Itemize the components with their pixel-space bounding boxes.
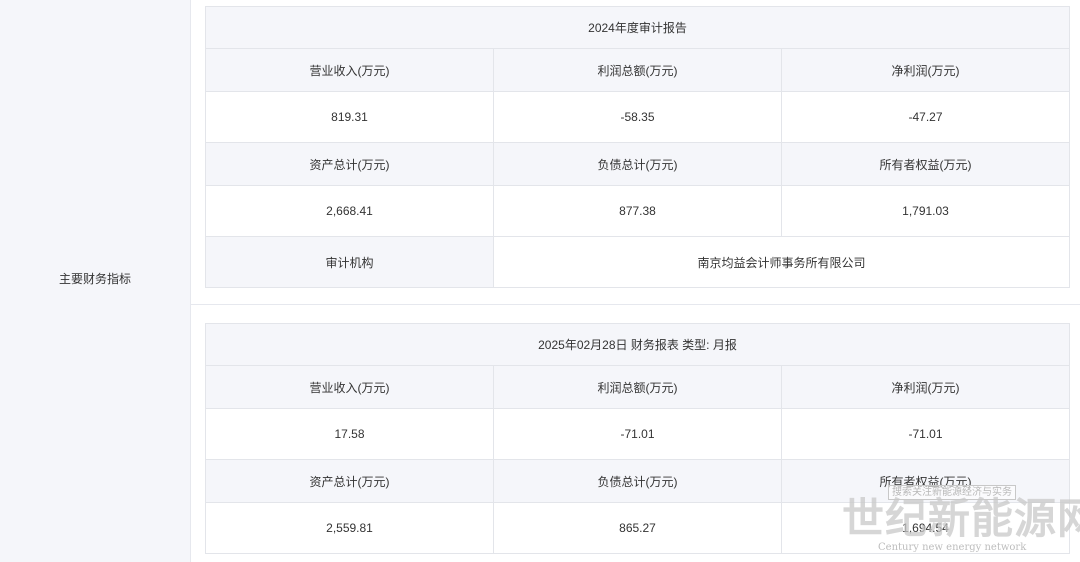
net-profit-value: -47.27	[781, 91, 1070, 143]
total-assets-header: 资产总计(万元)	[205, 459, 494, 503]
audit-institution-label: 审计机构	[205, 236, 494, 288]
main-financial-indicators-label: 主要财务指标	[58, 272, 131, 286]
monthly-report-title: 2025年02月28日 财务报表 类型: 月报	[205, 323, 1070, 366]
total-profit-value: -58.35	[493, 91, 782, 143]
annual-report-title: 2024年度审计报告	[205, 6, 1070, 49]
revenue-value: 819.31	[205, 91, 494, 143]
total-profit-header: 利润总额(万元)	[493, 48, 782, 92]
monthly-report-table: 2025年02月28日 财务报表 类型: 月报 营业收入(万元) 利润总额(万元…	[205, 323, 1070, 554]
total-profit-header: 利润总额(万元)	[493, 365, 782, 409]
net-profit-value: -71.01	[781, 408, 1070, 460]
financial-indicators-page: 主要财务指标 2024年度审计报告 营业收入(万元) 利润总额(万元) 净利润(…	[0, 0, 1080, 562]
total-liabilities-header: 负债总计(万元)	[493, 459, 782, 503]
owners-equity-value: 1,791.03	[781, 185, 1070, 237]
total-liabilities-header: 负债总计(万元)	[493, 142, 782, 186]
total-profit-value: -71.01	[493, 408, 782, 460]
owners-equity-value: 1,694.54	[781, 502, 1070, 554]
sidebar-label-column: 主要财务指标	[0, 0, 191, 562]
annual-audit-report-table: 2024年度审计报告 营业收入(万元) 利润总额(万元) 净利润(万元) 819…	[205, 6, 1070, 288]
net-profit-header: 净利润(万元)	[781, 48, 1070, 92]
total-liabilities-value: 865.27	[493, 502, 782, 554]
revenue-header: 营业收入(万元)	[205, 365, 494, 409]
net-profit-header: 净利润(万元)	[781, 365, 1070, 409]
total-liabilities-value: 877.38	[493, 185, 782, 237]
total-assets-value: 2,668.41	[205, 185, 494, 237]
revenue-header: 营业收入(万元)	[205, 48, 494, 92]
total-assets-value: 2,559.81	[205, 502, 494, 554]
total-assets-header: 资产总计(万元)	[205, 142, 494, 186]
owners-equity-header: 所有者权益(万元)	[781, 459, 1070, 503]
revenue-value: 17.58	[205, 408, 494, 460]
audit-institution-value: 南京均益会计师事务所有限公司	[493, 236, 1070, 288]
owners-equity-header: 所有者权益(万元)	[781, 142, 1070, 186]
section-divider	[191, 304, 1080, 305]
reports-content: 2024年度审计报告 营业收入(万元) 利润总额(万元) 净利润(万元) 819…	[191, 0, 1080, 562]
